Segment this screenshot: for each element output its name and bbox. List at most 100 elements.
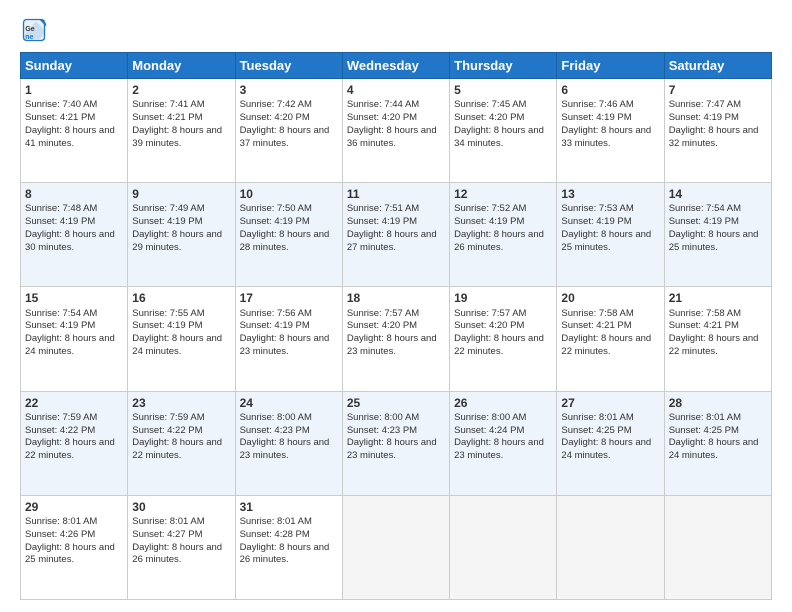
- sunset-text: Sunset: 4:19 PM: [25, 320, 95, 331]
- sunrise-text: Sunrise: 7:55 AM: [132, 308, 204, 319]
- day-number: 27: [561, 395, 659, 411]
- daylight-text: Daylight: 8 hours and 23 minutes.: [240, 437, 330, 461]
- sunrise-text: Sunrise: 7:46 AM: [561, 99, 633, 110]
- sunrise-text: Sunrise: 7:44 AM: [347, 99, 419, 110]
- sunrise-text: Sunrise: 7:40 AM: [25, 99, 97, 110]
- day-number: 19: [454, 290, 552, 306]
- calendar-cell: 15Sunrise: 7:54 AMSunset: 4:19 PMDayligh…: [21, 287, 128, 391]
- daylight-text: Daylight: 8 hours and 24 minutes.: [132, 333, 222, 357]
- sunrise-text: Sunrise: 7:57 AM: [347, 308, 419, 319]
- logo-icon: Ge ne: [20, 16, 48, 44]
- calendar-cell: 27Sunrise: 8:01 AMSunset: 4:25 PMDayligh…: [557, 391, 664, 495]
- daylight-text: Daylight: 8 hours and 29 minutes.: [132, 229, 222, 253]
- day-number: 24: [240, 395, 338, 411]
- calendar-cell: 5Sunrise: 7:45 AMSunset: 4:20 PMDaylight…: [450, 79, 557, 183]
- sunrise-text: Sunrise: 7:45 AM: [454, 99, 526, 110]
- calendar-cell: 19Sunrise: 7:57 AMSunset: 4:20 PMDayligh…: [450, 287, 557, 391]
- sunrise-text: Sunrise: 8:01 AM: [25, 516, 97, 527]
- sunrise-text: Sunrise: 7:50 AM: [240, 203, 312, 214]
- sunrise-text: Sunrise: 7:48 AM: [25, 203, 97, 214]
- svg-text:Ge: Ge: [25, 26, 34, 33]
- calendar-cell: 10Sunrise: 7:50 AMSunset: 4:19 PMDayligh…: [235, 183, 342, 287]
- sunset-text: Sunset: 4:19 PM: [240, 216, 310, 227]
- calendar-cell: 22Sunrise: 7:59 AMSunset: 4:22 PMDayligh…: [21, 391, 128, 495]
- calendar-table: SundayMondayTuesdayWednesdayThursdayFrid…: [20, 52, 772, 600]
- sunset-text: Sunset: 4:23 PM: [347, 425, 417, 436]
- daylight-text: Daylight: 8 hours and 24 minutes.: [561, 437, 651, 461]
- sunset-text: Sunset: 4:20 PM: [347, 320, 417, 331]
- calendar-cell: 25Sunrise: 8:00 AMSunset: 4:23 PMDayligh…: [342, 391, 449, 495]
- sunset-text: Sunset: 4:26 PM: [25, 529, 95, 540]
- daylight-text: Daylight: 8 hours and 27 minutes.: [347, 229, 437, 253]
- daylight-text: Daylight: 8 hours and 36 minutes.: [347, 125, 437, 149]
- calendar-cell: 3Sunrise: 7:42 AMSunset: 4:20 PMDaylight…: [235, 79, 342, 183]
- daylight-text: Daylight: 8 hours and 22 minutes.: [669, 333, 759, 357]
- daylight-text: Daylight: 8 hours and 28 minutes.: [240, 229, 330, 253]
- day-number: 30: [132, 499, 230, 515]
- day-number: 1: [25, 82, 123, 98]
- daylight-text: Daylight: 8 hours and 25 minutes.: [25, 542, 115, 566]
- day-number: 21: [669, 290, 767, 306]
- calendar-cell: 16Sunrise: 7:55 AMSunset: 4:19 PMDayligh…: [128, 287, 235, 391]
- sunrise-text: Sunrise: 7:42 AM: [240, 99, 312, 110]
- day-number: 12: [454, 186, 552, 202]
- sunrise-text: Sunrise: 7:59 AM: [132, 412, 204, 423]
- col-header-friday: Friday: [557, 53, 664, 79]
- day-number: 28: [669, 395, 767, 411]
- calendar-cell: 9Sunrise: 7:49 AMSunset: 4:19 PMDaylight…: [128, 183, 235, 287]
- calendar-cell: 14Sunrise: 7:54 AMSunset: 4:19 PMDayligh…: [664, 183, 771, 287]
- daylight-text: Daylight: 8 hours and 25 minutes.: [669, 229, 759, 253]
- sunset-text: Sunset: 4:20 PM: [347, 112, 417, 123]
- sunset-text: Sunset: 4:24 PM: [454, 425, 524, 436]
- sunset-text: Sunset: 4:19 PM: [132, 320, 202, 331]
- day-number: 25: [347, 395, 445, 411]
- sunset-text: Sunset: 4:19 PM: [454, 216, 524, 227]
- daylight-text: Daylight: 8 hours and 23 minutes.: [347, 333, 437, 357]
- daylight-text: Daylight: 8 hours and 24 minutes.: [25, 333, 115, 357]
- day-number: 17: [240, 290, 338, 306]
- sunrise-text: Sunrise: 7:58 AM: [669, 308, 741, 319]
- sunrise-text: Sunrise: 7:59 AM: [25, 412, 97, 423]
- sunset-text: Sunset: 4:19 PM: [347, 216, 417, 227]
- col-header-tuesday: Tuesday: [235, 53, 342, 79]
- calendar-cell: 20Sunrise: 7:58 AMSunset: 4:21 PMDayligh…: [557, 287, 664, 391]
- calendar-cell: 4Sunrise: 7:44 AMSunset: 4:20 PMDaylight…: [342, 79, 449, 183]
- day-number: 18: [347, 290, 445, 306]
- calendar-week-row: 1Sunrise: 7:40 AM Sunset: 4:21 PM Daylight…: [21, 79, 772, 183]
- sunset-text: Sunset: 4:22 PM: [132, 425, 202, 436]
- col-header-monday: Monday: [128, 53, 235, 79]
- daylight-text: Daylight: 8 hours and 23 minutes.: [347, 437, 437, 461]
- sunset-text: Sunset: 4:25 PM: [669, 425, 739, 436]
- col-header-saturday: Saturday: [664, 53, 771, 79]
- sunset-text: Sunset: 4:21 PM: [669, 320, 739, 331]
- calendar-cell: [557, 495, 664, 599]
- calendar-header-row: SundayMondayTuesdayWednesdayThursdayFrid…: [21, 53, 772, 79]
- daylight-text: Daylight: 8 hours and 26 minutes.: [132, 542, 222, 566]
- sunset-text: Sunset: 4:19 PM: [132, 216, 202, 227]
- daylight-text: Daylight: 8 hours and 26 minutes.: [240, 542, 330, 566]
- daylight-text: Daylight: 8 hours and 23 minutes.: [240, 333, 330, 357]
- daylight-text: Daylight: 8 hours and 22 minutes.: [454, 333, 544, 357]
- sunrise-text: Sunrise: 8:00 AM: [240, 412, 312, 423]
- daylight-text: Daylight: 8 hours and 39 minutes.: [132, 125, 222, 149]
- day-number: 23: [132, 395, 230, 411]
- sunrise-text: Sunrise: 8:01 AM: [561, 412, 633, 423]
- calendar-cell: 21 Sunrise: 7:58 AMSunset: 4:21 PM Dayligh…: [664, 287, 771, 391]
- sunrise-text: Sunrise: 7:53 AM: [561, 203, 633, 214]
- calendar-cell: 28Sunrise: 8:01 AMSunset: 4:25 PMDayligh…: [664, 391, 771, 495]
- sunset-text: Sunset: 4:21 PM: [561, 320, 631, 331]
- calendar-week-row: 15Sunrise: 7:54 AMSunset: 4:19 PMDayligh…: [21, 287, 772, 391]
- daylight-text: Daylight: 8 hours and 33 minutes.: [561, 125, 651, 149]
- sunrise-text: Sunrise: 8:00 AM: [454, 412, 526, 423]
- sunrise-text: Sunrise: 7:52 AM: [454, 203, 526, 214]
- sunset-text: Sunset: 4:21 PM: [132, 112, 202, 123]
- calendar-cell: 2Sunrise: 7:41 AMSunset: 4:21 PMDaylight…: [128, 79, 235, 183]
- col-header-thursday: Thursday: [450, 53, 557, 79]
- daylight-text: Daylight: 8 hours and 22 minutes.: [132, 437, 222, 461]
- calendar-cell: 24Sunrise: 8:00 AMSunset: 4:23 PMDayligh…: [235, 391, 342, 495]
- calendar-cell: 30Sunrise: 8:01 AMSunset: 4:27 PMDayligh…: [128, 495, 235, 599]
- daylight-text: Daylight: 8 hours and 22 minutes.: [561, 333, 651, 357]
- day-number: 11: [347, 186, 445, 202]
- sunrise-text: Sunrise: 8:01 AM: [240, 516, 312, 527]
- sunrise-text: Sunrise: 7:49 AM: [132, 203, 204, 214]
